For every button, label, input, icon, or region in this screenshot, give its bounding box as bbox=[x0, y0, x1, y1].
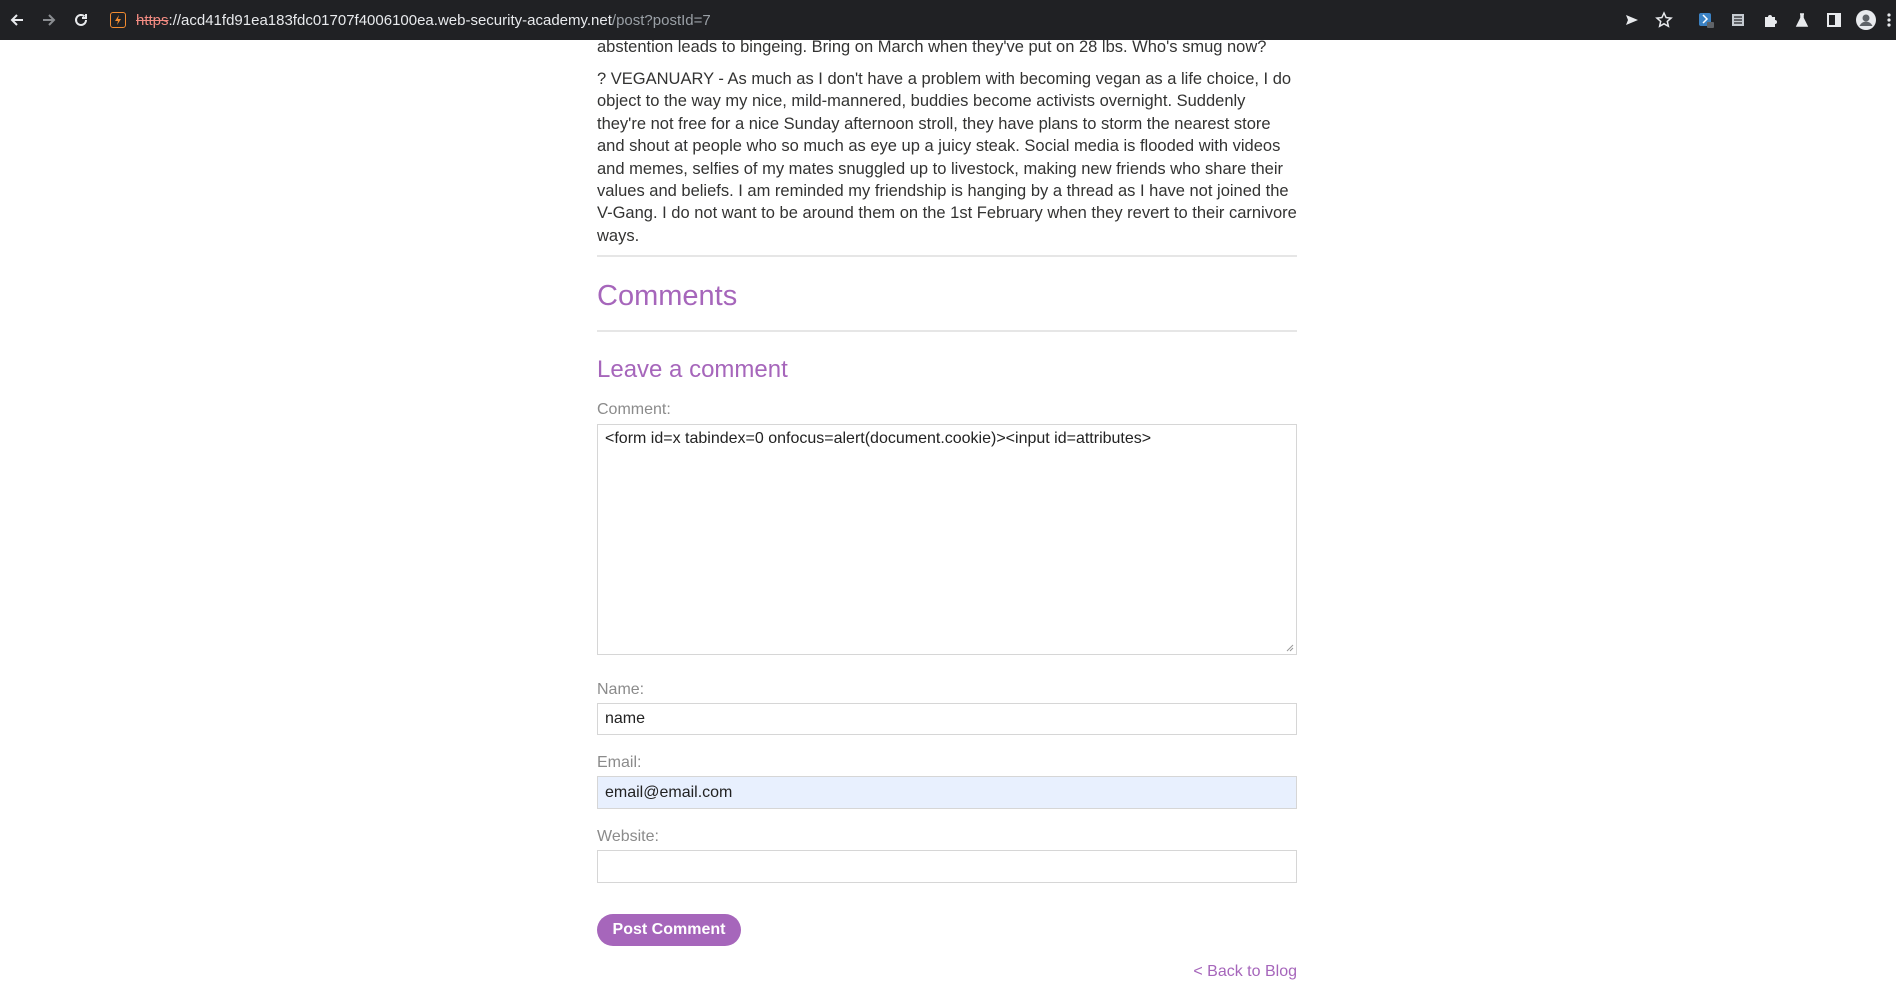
url-host: ://acd41fd91ea183fdc01707f4006100ea.web-… bbox=[168, 11, 612, 29]
forward-arrow-icon[interactable] bbox=[36, 7, 62, 33]
comment-textarea[interactable]: <form id=x tabindex=0 onfocus=alert(docu… bbox=[597, 424, 1297, 655]
paragraph-veganuary: ? VEGANUARY - As much as I don't have a … bbox=[597, 70, 1297, 245]
profile-icon[interactable] bbox=[1850, 4, 1882, 36]
name-value: name bbox=[605, 710, 646, 727]
reader-icon[interactable] bbox=[1722, 4, 1754, 36]
comment-label: Comment: bbox=[597, 401, 671, 418]
comments-heading: Comments bbox=[597, 280, 738, 312]
star-icon[interactable] bbox=[1648, 4, 1680, 36]
divider bbox=[597, 255, 1297, 257]
url-path: /post?postId=7 bbox=[611, 11, 711, 29]
leave-comment-heading: Leave a comment bbox=[597, 356, 788, 383]
reload-icon[interactable] bbox=[68, 7, 94, 33]
post-comment-button[interactable]: Post Comment bbox=[597, 914, 741, 946]
sidebar-icon[interactable] bbox=[1818, 4, 1850, 36]
address-bar[interactable]: https://acd41fd91ea183fdc01707f4006100ea… bbox=[110, 12, 711, 29]
extension-icon[interactable] bbox=[1690, 4, 1722, 36]
divider bbox=[597, 330, 1297, 332]
more-icon[interactable] bbox=[1882, 4, 1896, 36]
email-label: Email: bbox=[597, 754, 642, 771]
email-input[interactable]: email@email.com bbox=[597, 776, 1297, 809]
name-input[interactable]: name bbox=[597, 703, 1297, 735]
back-to-blog-link[interactable]: < Back to Blog bbox=[1193, 963, 1297, 981]
send-icon[interactable] bbox=[1616, 4, 1648, 36]
flask-icon[interactable] bbox=[1786, 4, 1818, 36]
resize-grip-icon[interactable] bbox=[1286, 644, 1294, 652]
website-input[interactable] bbox=[597, 850, 1297, 883]
comment-text: <form id=x tabindex=0 onfocus=alert(docu… bbox=[605, 430, 1152, 447]
browser-toolbar: https://acd41fd91ea183fdc01707f4006100ea… bbox=[0, 0, 1896, 40]
name-label: Name: bbox=[597, 681, 645, 698]
url-scheme: https bbox=[136, 11, 169, 29]
website-label: Website: bbox=[597, 828, 659, 845]
back-arrow-icon[interactable] bbox=[4, 7, 30, 33]
email-value: email@email.com bbox=[605, 783, 733, 801]
puzzle-icon[interactable] bbox=[1754, 4, 1786, 36]
paragraph-previous: abstention leads to bingeing. Bring on M… bbox=[597, 38, 1267, 56]
not-secure-icon[interactable] bbox=[110, 12, 126, 28]
